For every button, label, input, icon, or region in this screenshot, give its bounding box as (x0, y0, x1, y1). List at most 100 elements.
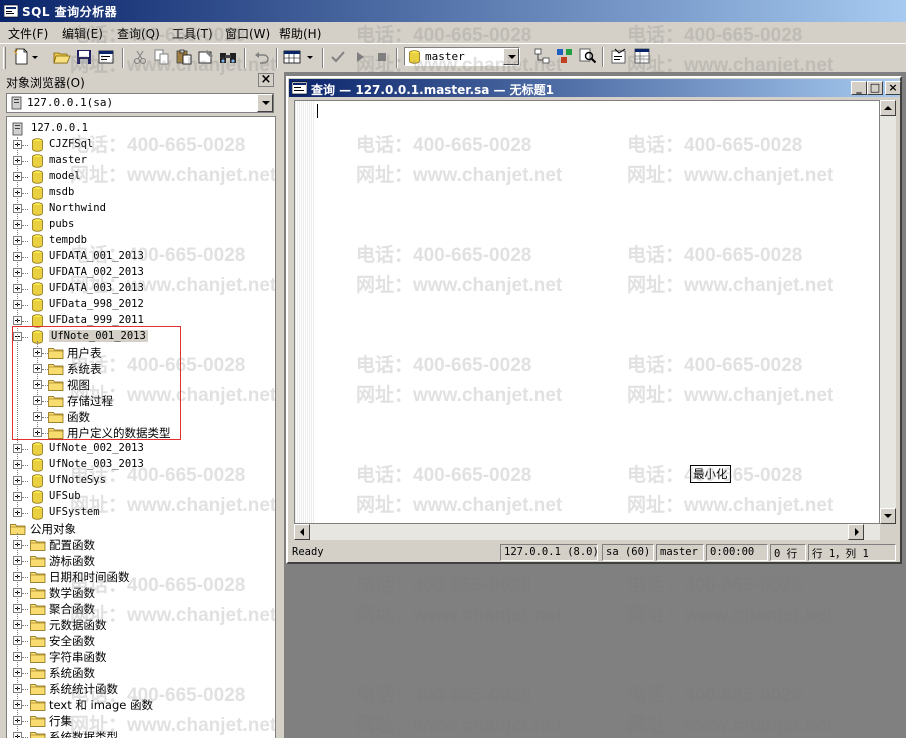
database-icon (32, 138, 43, 152)
find-button[interactable] (218, 47, 238, 67)
scroll-down-button[interactable] (880, 508, 896, 524)
toolbar-grip[interactable] (3, 47, 6, 69)
menu-query[interactable]: 查询(Q) (117, 25, 160, 42)
tree-item-label: 行集 (49, 714, 72, 728)
tree-item-label: UFDATA_003_2013 (49, 282, 144, 294)
tree-item-label: UFDATA_002_2013 (49, 266, 144, 278)
template-icon (98, 50, 114, 64)
results-mode-button[interactable] (282, 47, 318, 67)
tree-item-server[interactable]: 127.0.0.1 (7, 121, 275, 137)
tree-item-label: 日期和时间函数 (49, 570, 130, 584)
tree-item-label: 游标函数 (49, 554, 95, 568)
database-icon (32, 474, 43, 488)
horizontal-scrollbar[interactable] (294, 524, 880, 540)
tree-item-function-folder[interactable]: 字符串函数 (7, 649, 275, 665)
tree-item-database[interactable]: UFDATA_002_2013 (7, 265, 275, 281)
query-close-button[interactable]: × (885, 81, 901, 95)
tree-item-database[interactable]: Northwind (7, 201, 275, 217)
tree-item-function-folder[interactable]: 系统函数 (7, 665, 275, 681)
tree-item-database[interactable]: UfNote_002_2013 (7, 441, 275, 457)
tree-item-label: msdb (49, 186, 75, 198)
status-database: master (656, 544, 704, 561)
open-button[interactable] (52, 47, 72, 67)
query-window: 查询 — 127.0.0.1.master.sa — 无标题1 _ □ × Re… (286, 76, 902, 564)
database-select-value: master (425, 50, 465, 63)
database-dropdown-arrow[interactable] (503, 48, 519, 65)
menu-edit[interactable]: 编辑(E) (62, 25, 103, 42)
app-icon (4, 4, 18, 18)
tree-item-database[interactable]: UfNoteSys (7, 473, 275, 489)
scroll-left-button[interactable] (294, 524, 310, 540)
tree-item-database[interactable]: UFData_998_2012 (7, 297, 275, 313)
tree-item-common-objects[interactable]: 公用对象 (7, 521, 275, 537)
tree-item-function-folder[interactable]: 配置函数 (7, 537, 275, 553)
current-connection-properties-button[interactable] (609, 46, 629, 66)
tree-item-label: UfNote_002_2013 (49, 442, 144, 454)
tree-item-function-folder[interactable]: 系统数据类型 (7, 729, 275, 738)
tree-item-function-folder[interactable]: 聚合函数 (7, 601, 275, 617)
tree-item-database[interactable]: master (7, 153, 275, 169)
insert-template-button[interactable] (96, 47, 116, 67)
tree-item-function-folder[interactable]: 行集 (7, 713, 275, 729)
menu-help[interactable]: 帮助(H) (279, 25, 321, 42)
tree-item-database[interactable]: model (7, 169, 275, 185)
tree-item-database[interactable]: UFSub (7, 489, 275, 505)
tree-item-label: UFSub (49, 490, 81, 502)
tree-item-label: UFSystem (49, 506, 100, 518)
query-window-title: 查询 — 127.0.0.1.master.sa — 无标题1 (311, 83, 555, 97)
clear-window-button[interactable] (196, 47, 216, 67)
tree-item-function-folder[interactable]: 日期和时间函数 (7, 569, 275, 585)
tree-item-database[interactable]: tempdb (7, 233, 275, 249)
parse-query-button[interactable] (328, 47, 348, 67)
binoculars-icon (220, 53, 236, 63)
undo-button[interactable] (252, 47, 272, 67)
copy-button[interactable] (152, 47, 172, 67)
tree-item-database[interactable]: UFDATA_003_2013 (7, 281, 275, 297)
cut-button[interactable] (130, 47, 150, 67)
server-dropdown-arrow[interactable] (257, 94, 273, 112)
query-restore-button[interactable]: □ (867, 81, 883, 95)
folder-icon (30, 683, 46, 695)
object-search-button[interactable] (578, 46, 598, 66)
tree-item-database[interactable]: UFSystem (7, 505, 275, 521)
tree-item-function-folder[interactable]: text 和 image 函数 (7, 697, 275, 713)
tree-item-database[interactable]: pubs (7, 217, 275, 233)
scroll-right-button[interactable] (848, 524, 864, 540)
database-select[interactable]: master (404, 47, 520, 66)
show-results-pane-button[interactable] (632, 46, 652, 66)
new-query-button[interactable] (12, 47, 40, 67)
execute-button[interactable] (350, 47, 370, 67)
tree-item-label: UFData_998_2012 (49, 298, 144, 310)
status-server: 127.0.0.1 (8.0) (500, 544, 598, 561)
tree-item-database[interactable]: UfNote_003_2013 (7, 457, 275, 473)
paste-button[interactable] (174, 47, 194, 67)
tree-item-function-folder[interactable]: 游标函数 (7, 553, 275, 569)
folder-icon (30, 555, 46, 567)
tree-item-function-folder[interactable]: 系统统计函数 (7, 681, 275, 697)
search-icon (579, 48, 597, 64)
tree-item-database[interactable]: UFDATA_001_2013 (7, 249, 275, 265)
tree-item-function-folder[interactable]: 元数据函数 (7, 617, 275, 633)
object-browser-toggle-button[interactable] (555, 46, 575, 66)
query-editor[interactable] (294, 100, 880, 524)
tree-item-database[interactable]: msdb (7, 185, 275, 201)
show-estimated-plan-button[interactable] (532, 46, 552, 66)
server-select[interactable]: 127.0.0.1(sa) (6, 93, 274, 113)
vertical-scrollbar[interactable] (880, 100, 896, 524)
object-browser-title: 对象浏览器(O) (6, 76, 85, 90)
tree-item-function-folder[interactable]: 安全函数 (7, 633, 275, 649)
tree-item-label: 系统统计函数 (49, 682, 118, 696)
menu-file[interactable]: 文件(F) (8, 25, 48, 42)
menu-window[interactable]: 窗口(W) (225, 25, 270, 42)
stop-button[interactable] (372, 47, 392, 67)
save-button[interactable] (74, 47, 94, 67)
object-browser-icon (557, 49, 572, 63)
query-window-title-bar[interactable]: 查询 — 127.0.0.1.master.sa — 无标题1 _ □ × (289, 79, 901, 97)
scroll-up-button[interactable] (880, 100, 896, 116)
tree-item-database[interactable]: CJZFSql (7, 137, 275, 153)
object-browser-close-button[interactable]: × (258, 73, 274, 87)
app-title-bar[interactable]: SQL 查询分析器 (0, 0, 906, 22)
menu-tools[interactable]: 工具(T) (172, 25, 213, 42)
tree-item-function-folder[interactable]: 数学函数 (7, 585, 275, 601)
query-minimize-button[interactable]: _ (851, 81, 867, 95)
